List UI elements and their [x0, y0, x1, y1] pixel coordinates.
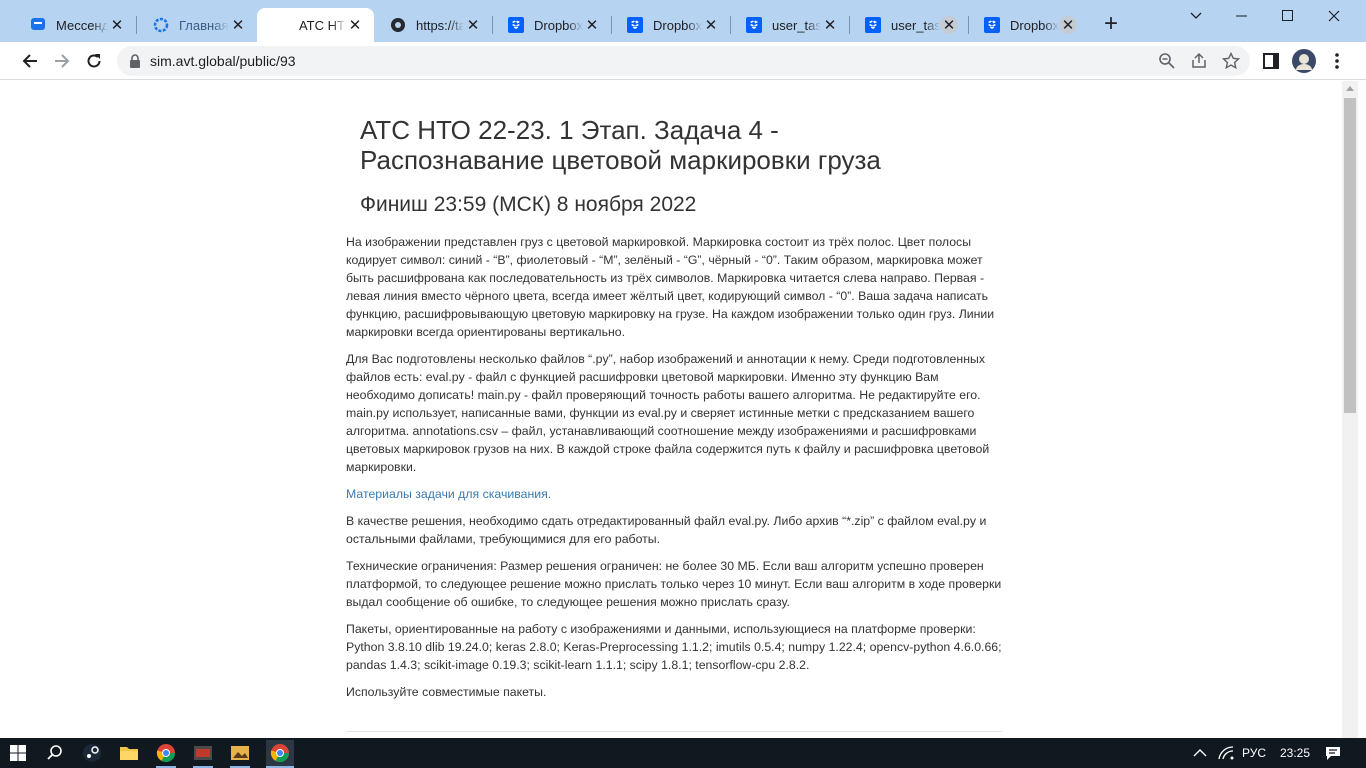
- tab-search-icon[interactable]: [1173, 0, 1219, 32]
- search-icon[interactable]: [44, 742, 66, 764]
- dropbox-icon: [865, 17, 881, 33]
- chrome-icon[interactable]: [155, 742, 177, 764]
- dropbox-icon: [746, 17, 762, 33]
- close-icon[interactable]: ✕: [464, 16, 482, 34]
- close-icon[interactable]: ✕: [583, 16, 601, 34]
- tab-github[interactable]: https://tal ✕: [374, 8, 492, 42]
- close-icon[interactable]: ✕: [1059, 16, 1077, 34]
- bookmark-star-icon[interactable]: [1221, 51, 1241, 70]
- back-button[interactable]: [16, 47, 44, 75]
- network-icon[interactable]: [1218, 738, 1234, 768]
- share-icon[interactable]: [1190, 52, 1208, 70]
- forward-button[interactable]: [48, 47, 76, 75]
- task-description: На изображении представлен груз с цветов…: [346, 235, 995, 339]
- scroll-up-icon[interactable]: [1346, 86, 1354, 91]
- notifications-icon[interactable]: [1325, 738, 1341, 768]
- avatar[interactable]: [1292, 49, 1316, 73]
- close-icon[interactable]: ✕: [346, 16, 364, 34]
- blank-icon: [273, 17, 289, 33]
- packages-list: Пакеты, ориентированные на работу с изоб…: [346, 622, 1002, 672]
- windows-taskbar: РУС 23:25: [0, 738, 1366, 768]
- tray-chevron-icon[interactable]: [1193, 738, 1207, 768]
- file-explorer-icon[interactable]: [118, 742, 140, 764]
- close-icon[interactable]: ✕: [821, 16, 839, 34]
- close-icon[interactable]: ✕: [940, 16, 958, 34]
- dropbox-icon: [984, 17, 1000, 33]
- divider: [346, 731, 1002, 732]
- chrome-active-icon[interactable]: [266, 740, 294, 766]
- files-description: Для Вас подготовлены несколько файлов “.…: [346, 352, 990, 474]
- sidebar-icon[interactable]: [1262, 51, 1282, 71]
- scrollbar-thumb[interactable]: [1344, 98, 1356, 413]
- tab-dropbox-2[interactable]: Dropbox - ✕: [611, 8, 730, 42]
- github-icon: [390, 17, 406, 33]
- url-text[interactable]: sim.avt.global/public/93: [150, 53, 296, 69]
- image-viewer-icon[interactable]: [229, 742, 251, 764]
- messenger-icon: [30, 17, 46, 33]
- language-indicator[interactable]: РУС: [1242, 738, 1266, 768]
- compat-note: Используйте совместимые пакеты.: [346, 685, 547, 699]
- page-content: АТС НТО 22-23. 1 Этап. Задача 4 - Распоз…: [8, 81, 1342, 738]
- gear-icon: [153, 17, 169, 33]
- page-scrollbar[interactable]: [1342, 81, 1358, 738]
- materials-paragraph: Материалы задачи для скачивания.: [346, 485, 1006, 503]
- tab-dropbox-1[interactable]: Dropbox - ✕: [492, 8, 611, 42]
- close-icon[interactable]: ✕: [108, 16, 126, 34]
- new-tab-button[interactable]: +: [1099, 12, 1123, 37]
- windows-start-icon[interactable]: [7, 742, 29, 764]
- close-icon[interactable]: ✕: [229, 16, 247, 34]
- zoom-icon[interactable]: [1158, 52, 1176, 70]
- tech-limits: Технические ограничения: Размер решения …: [346, 559, 1002, 609]
- clock[interactable]: 23:25: [1280, 738, 1310, 768]
- lock-icon[interactable]: [129, 54, 141, 73]
- steam-icon[interactable]: [81, 742, 103, 764]
- solution-description: В качестве решения, необходимо сдать отр…: [346, 514, 987, 546]
- terminal-app-icon[interactable]: [192, 742, 214, 764]
- page-title: АТС НТО 22-23. 1 Этап. Задача 4 - Распоз…: [360, 115, 881, 175]
- dropbox-icon: [508, 17, 524, 33]
- reload-button[interactable]: [80, 47, 108, 75]
- tab-dropbox-3[interactable]: Dropbox - ✕: [968, 8, 1087, 42]
- maximize-icon[interactable]: [1265, 0, 1311, 32]
- minimize-icon[interactable]: [1219, 0, 1265, 32]
- window-close-icon[interactable]: [1311, 0, 1357, 32]
- tab-strip: Мессендж ✕ Главная с ✕ АТС НТО ✕ https:/…: [0, 0, 1366, 42]
- tab-ats-nto[interactable]: АТС НТО ✕: [257, 8, 374, 42]
- deadline-subtitle: Финиш 23:59 (МСК) 8 ноября 2022: [360, 193, 697, 216]
- browser-toolbar: sim.avt.global/public/93: [0, 42, 1366, 80]
- tab-user-task-1[interactable]: user_task ✕: [730, 8, 849, 42]
- dropbox-icon: [627, 17, 643, 33]
- materials-download-link[interactable]: Материалы задачи для скачивания.: [346, 487, 551, 501]
- tab-main[interactable]: Главная с ✕: [137, 8, 257, 42]
- tab-user-task-2[interactable]: user_task ✕: [849, 8, 968, 42]
- menu-icon[interactable]: [1327, 51, 1347, 71]
- tab-messenger[interactable]: Мессендж ✕: [14, 8, 136, 42]
- address-bar[interactable]: sim.avt.global/public/93: [117, 46, 1250, 76]
- close-icon[interactable]: ✕: [702, 16, 720, 34]
